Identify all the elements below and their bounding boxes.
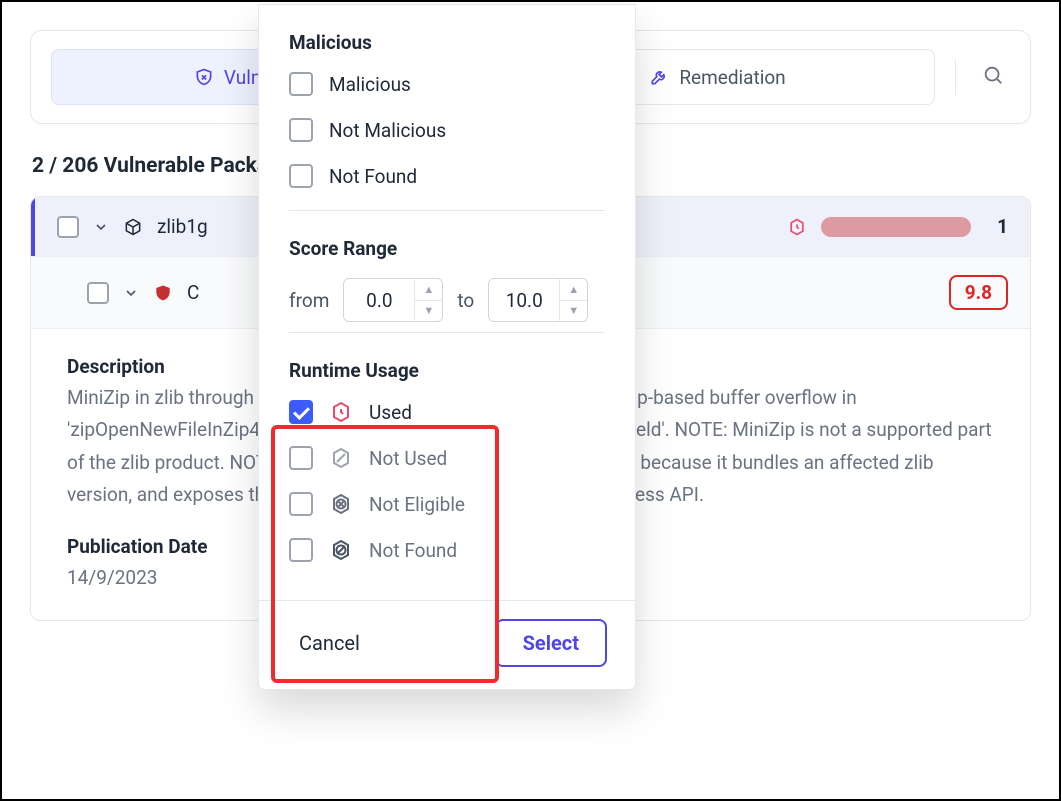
option-malicious-label: Malicious xyxy=(329,73,411,96)
hexagon-x-icon xyxy=(329,492,353,516)
option-not-used[interactable]: Not Used xyxy=(289,446,605,470)
cancel-button[interactable]: Cancel xyxy=(287,623,372,663)
select-button[interactable]: Select xyxy=(495,619,607,667)
option-not-used-label: Not Used xyxy=(369,447,447,470)
malicious-section-title: Malicious xyxy=(289,31,605,54)
option-not-found-rt-label: Not Found xyxy=(369,539,457,562)
search-icon xyxy=(982,64,1004,86)
divider xyxy=(955,59,956,95)
wrench-icon xyxy=(649,67,669,87)
divider xyxy=(289,332,605,333)
cve-checkbox[interactable] xyxy=(87,282,109,304)
to-label: to xyxy=(457,289,474,312)
option-not-eligible[interactable]: Not Eligible xyxy=(289,492,605,516)
score-range-row: from ▲ ▼ to ▲ ▼ xyxy=(289,278,605,322)
score-to-up[interactable]: ▲ xyxy=(560,279,587,301)
option-used[interactable]: Used xyxy=(289,400,605,424)
checkbox-not-used[interactable] xyxy=(289,446,313,470)
option-not-found-mal[interactable]: Not Found xyxy=(289,164,605,188)
hexagon-question-icon xyxy=(329,538,353,562)
runtime-usage-title: Runtime Usage xyxy=(289,359,605,382)
score-to-input[interactable]: ▲ ▼ xyxy=(488,278,588,322)
score-to-down[interactable]: ▼ xyxy=(560,301,587,322)
score-from-down[interactable]: ▼ xyxy=(415,301,442,322)
option-used-label: Used xyxy=(369,401,412,424)
checkbox-not-found-rt[interactable] xyxy=(289,538,313,562)
checkbox-not-found-mal[interactable] xyxy=(289,164,313,188)
score-from-input[interactable]: ▲ ▼ xyxy=(343,278,443,322)
score-to-field[interactable] xyxy=(489,279,559,321)
chevron-down-icon[interactable] xyxy=(123,285,139,301)
hexagon-clock-icon xyxy=(329,400,353,424)
package-checkbox[interactable] xyxy=(57,216,79,238)
option-not-malicious[interactable]: Not Malicious xyxy=(289,118,605,142)
panel-footer: Cancel Select xyxy=(259,600,635,689)
option-not-found-mal-label: Not Found xyxy=(329,165,417,188)
option-not-found-rt[interactable]: Not Found xyxy=(289,538,605,562)
tab-remediation-label: Remediation xyxy=(679,66,785,89)
score-from-up[interactable]: ▲ xyxy=(415,279,442,301)
checkbox-used[interactable] xyxy=(289,400,313,424)
checkbox-not-eligible[interactable] xyxy=(289,492,313,516)
cve-letter: C xyxy=(187,281,199,304)
option-malicious[interactable]: Malicious xyxy=(289,72,605,96)
option-not-malicious-label: Not Malicious xyxy=(329,119,446,142)
checkbox-malicious[interactable] xyxy=(289,72,313,96)
chevron-down-icon[interactable] xyxy=(93,219,109,235)
filter-panel: Malicious Malicious Not Malicious Not Fo… xyxy=(258,4,636,690)
shield-icon xyxy=(153,283,173,303)
cvss-score-badge: 9.8 xyxy=(949,275,1008,310)
from-label: from xyxy=(289,289,329,312)
option-not-eligible-label: Not Eligible xyxy=(369,493,465,516)
hexagon-clock-icon xyxy=(787,217,807,237)
severity-count: 1 xyxy=(997,215,1008,238)
divider xyxy=(289,210,605,211)
score-from-field[interactable] xyxy=(344,279,414,321)
shield-x-icon xyxy=(194,67,214,87)
checkbox-not-malicious[interactable] xyxy=(289,118,313,142)
package-name: zlib1g xyxy=(157,215,208,238)
hexagon-slash-icon xyxy=(329,446,353,470)
search-button[interactable] xyxy=(976,58,1010,96)
score-range-title: Score Range xyxy=(289,237,605,260)
severity-bar xyxy=(821,217,971,237)
package-icon xyxy=(123,217,143,237)
